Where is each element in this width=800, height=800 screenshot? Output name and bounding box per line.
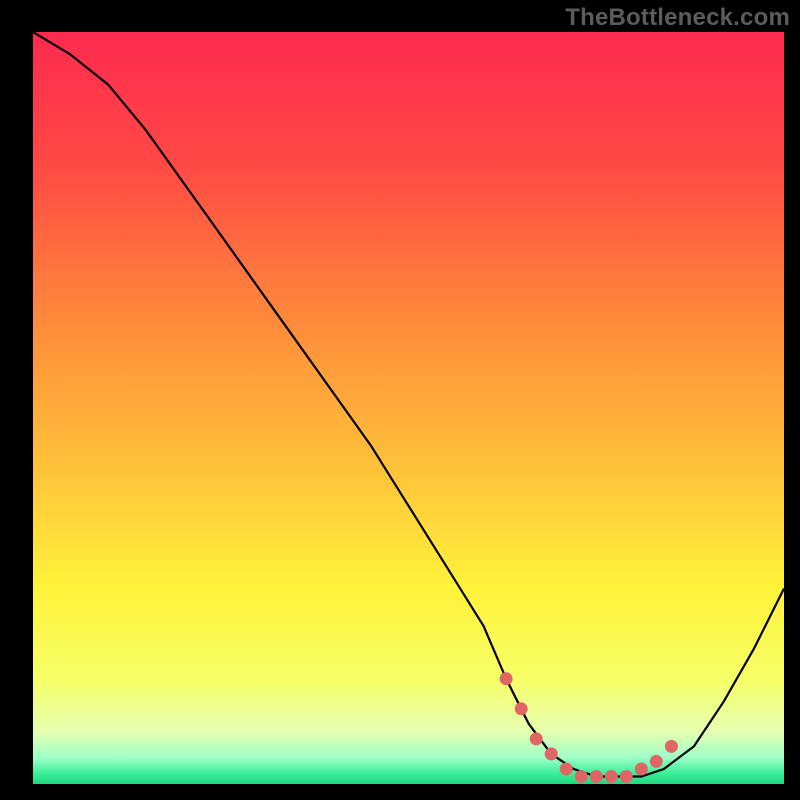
optimal-dot <box>530 732 543 745</box>
optimal-dot <box>605 770 618 783</box>
gradient-background <box>33 32 784 784</box>
watermark-text: TheBottleneck.com <box>565 4 790 32</box>
optimal-dot <box>500 672 513 685</box>
optimal-dot <box>575 770 588 783</box>
optimal-dot <box>635 763 648 776</box>
optimal-dot <box>665 740 678 753</box>
optimal-dot <box>545 747 558 760</box>
optimal-dot <box>650 755 663 768</box>
optimal-dot <box>590 770 603 783</box>
optimal-dot <box>560 763 573 776</box>
optimal-dot <box>620 770 633 783</box>
bottleneck-chart <box>0 0 800 800</box>
optimal-dot <box>515 702 528 715</box>
chart-container: TheBottleneck.com <box>0 0 800 800</box>
